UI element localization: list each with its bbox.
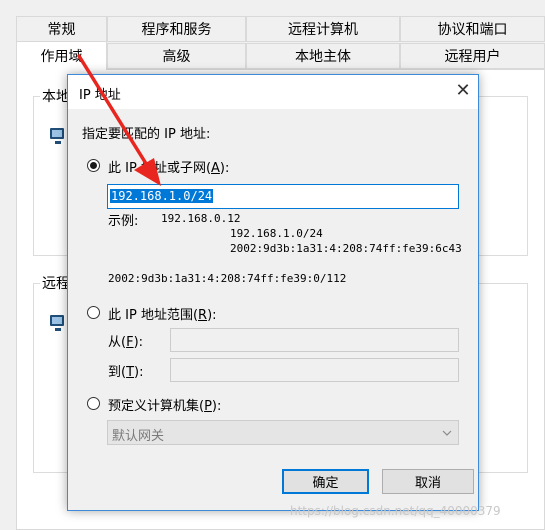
tab-programs-services[interactable]: 程序和服务	[107, 16, 246, 42]
radio-range-label[interactable]: 此 IP 地址范围(R):	[108, 304, 217, 323]
example-ipv4: 192.168.0.12	[161, 212, 241, 225]
example-ipv6-prefix: 2002:9d3b:1a31:4:208:74ff:fe39:0/112	[108, 272, 347, 285]
ok-button[interactable]: 确定	[282, 469, 369, 494]
predefined-select-value: 默认网关	[112, 429, 165, 444]
example-ipv6: 2002:9d3b:1a31:4:208:74ff:fe39:6c43	[230, 242, 462, 255]
tab-remote-computers[interactable]: 远程计算机	[246, 16, 400, 42]
dialog-title: IP 地址	[79, 88, 121, 103]
dialog-titlebar	[68, 75, 478, 109]
tab-general[interactable]: 常规	[16, 16, 107, 42]
subnet-input-value: 192.168.1.0/24	[110, 189, 214, 203]
range-from-input[interactable]	[170, 328, 459, 352]
radio-range[interactable]	[87, 306, 100, 319]
ip-address-dialog: IP 地址 ✕ 指定要匹配的 IP 地址: 此 IP 地址或子网(A): 192…	[67, 74, 479, 511]
match-prompt: 指定要匹配的 IP 地址:	[82, 127, 211, 142]
tab-advanced[interactable]: 高级	[107, 43, 246, 69]
range-from-label: 从(F):	[108, 335, 144, 350]
tab-remote-users[interactable]: 远程用户	[400, 43, 545, 69]
cancel-button[interactable]: 取消	[382, 469, 474, 494]
example-subnet: 192.168.1.0/24	[230, 227, 323, 240]
range-to-input[interactable]	[170, 358, 459, 382]
radio-predefined[interactable]	[87, 397, 100, 410]
tab-scope[interactable]: 作用域	[16, 41, 107, 70]
close-icon[interactable]: ✕	[452, 81, 474, 103]
radio-subnet[interactable]	[87, 159, 100, 172]
subnet-input[interactable]: 192.168.1.0/24	[107, 184, 459, 209]
chevron-down-icon	[442, 430, 452, 436]
watermark: https://blog.csdn.net/qq_40000379	[290, 504, 501, 518]
example-label: 示例:	[108, 214, 139, 229]
predefined-select[interactable]: 默认网关	[107, 420, 459, 445]
range-to-label: 到(T):	[108, 365, 144, 380]
radio-predefined-label[interactable]: 预定义计算机集(P):	[108, 395, 221, 414]
computer-icon	[50, 128, 64, 144]
tab-local-principals[interactable]: 本地主体	[246, 43, 400, 69]
radio-subnet-label[interactable]: 此 IP 地址或子网(A):	[108, 157, 229, 176]
tab-protocols-ports[interactable]: 协议和端口	[400, 16, 545, 42]
computer-icon	[50, 315, 64, 331]
